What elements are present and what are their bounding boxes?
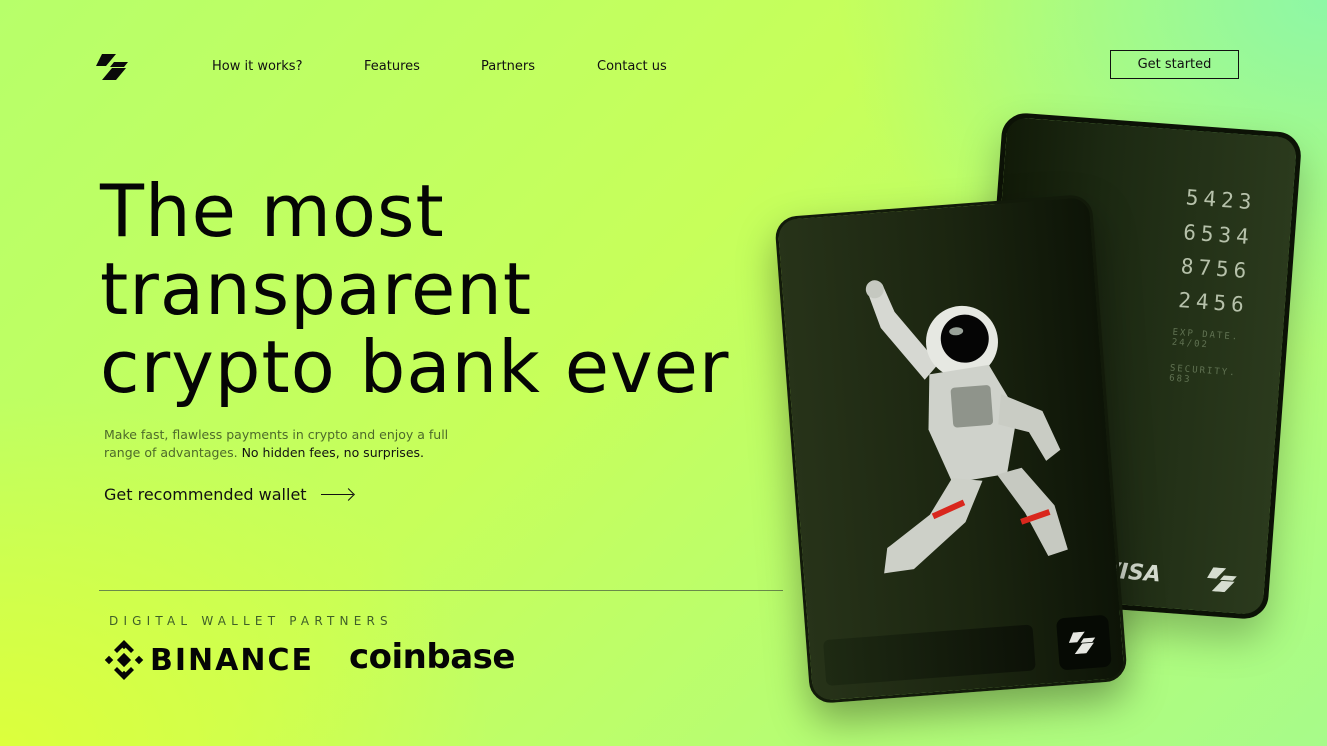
arrow-right-icon [320,493,353,496]
hero-title: The most transparent crypto bank ever [100,172,730,406]
hero-title-line-1: The most [100,169,445,253]
binance-wordmark: BINANCE [150,642,314,678]
card-number-group-1: 5423 [1185,185,1258,215]
astronaut-illustration [865,280,1068,574]
card-front [774,193,1128,705]
coinbase-logo[interactable]: coinbase [349,637,515,677]
section-divider [99,590,783,591]
get-started-button[interactable]: Get started [1110,50,1239,79]
wallet-link-label: Get recommended wallet [104,485,307,504]
hero-subtitle: Make fast, flawless payments in crypto a… [104,426,464,462]
binance-logo[interactable]: BINANCE [104,640,314,680]
nav-contact-us[interactable]: Contact us [597,59,667,74]
card-chip [1056,614,1112,671]
card-number-group-4: 2456 [1177,288,1250,318]
hero-title-line-2: transparent [100,247,533,331]
card-magnetic-strip [822,624,1036,687]
nav-features[interactable]: Features [364,59,420,74]
nav-how-it-works[interactable]: How it works? [212,59,302,74]
binance-diamond-icon [104,640,144,680]
partners-label: DIGITAL WALLET PARTNERS [109,614,393,628]
card-brand-icon [1207,567,1237,593]
get-recommended-wallet-link[interactable]: Get recommended wallet [104,485,353,504]
hero-title-line-3: crypto bank ever [100,325,730,409]
hero-subtitle-strong: No hidden fees, no surprises. [241,445,424,460]
card-number-group-3: 8756 [1179,254,1253,284]
card-front-brand-icon [1068,631,1096,655]
brand-logo-icon[interactable] [96,54,132,80]
card-number-group-2: 6534 [1182,220,1255,250]
nav-partners[interactable]: Partners [481,59,535,74]
